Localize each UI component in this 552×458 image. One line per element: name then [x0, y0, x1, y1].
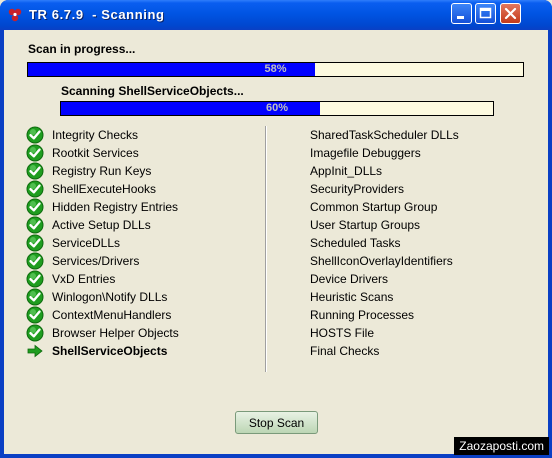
pending-item: SharedTaskScheduler DLLs	[310, 128, 459, 142]
check-item-label: Rootkit Services	[52, 146, 139, 160]
pending-item: SecurityProviders	[310, 182, 405, 196]
pending-item: Heuristic Scans	[310, 290, 394, 304]
window-title: TR 6.7.9 - Scanning	[29, 7, 165, 22]
app-window: TR 6.7.9 - Scanning Scan in progress... …	[0, 0, 552, 458]
minimize-button[interactable]	[451, 3, 472, 24]
check-circle-icon	[26, 288, 44, 306]
check-item-label: Integrity Checks	[52, 128, 139, 142]
check-circle-icon	[26, 234, 44, 252]
column-divider	[265, 126, 267, 372]
current-progress-bar: 60%	[60, 101, 494, 116]
client-area: Scan in progress... 58% Scanning ShellSe…	[4, 30, 548, 454]
check-item-label: ShellExecuteHooks	[52, 182, 157, 196]
check-circle-icon	[26, 216, 44, 234]
check-circle-icon	[26, 144, 44, 162]
maximize-icon	[479, 7, 492, 19]
check-item-label: ShellServiceObjects	[52, 344, 168, 358]
check-item-label: ContextMenuHandlers	[52, 308, 172, 322]
check-item-label: Active Setup DLLs	[52, 218, 151, 232]
check-circle-icon	[26, 126, 44, 144]
current-task-label: Scanning ShellServiceObjects...	[61, 84, 244, 98]
pending-item: Final Checks	[310, 344, 380, 358]
pending-item: Device Drivers	[310, 272, 389, 286]
title-bar[interactable]: TR 6.7.9 - Scanning	[0, 0, 552, 30]
app-logo-icon	[7, 7, 23, 23]
stop-scan-button[interactable]: Stop Scan	[235, 411, 318, 434]
check-circle-icon	[26, 270, 44, 288]
check-item-label: VxD Entries	[52, 272, 116, 286]
overall-progress-percent: 58%	[264, 63, 287, 75]
overall-progress-bar: 58%	[27, 62, 524, 77]
check-item-label: ServiceDLLs	[52, 236, 121, 250]
arrow-right-icon	[26, 342, 44, 360]
check-circle-icon	[26, 162, 44, 180]
pending-item: ShellIconOverlayIdentifiers	[310, 254, 453, 268]
pending-item: User Startup Groups	[310, 218, 421, 232]
pending-item: Imagefile Debuggers	[310, 146, 421, 160]
watermark: Zaozaposti.com	[454, 437, 549, 455]
check-circle-icon	[26, 198, 44, 216]
check-item-label: Hidden Registry Entries	[52, 200, 179, 214]
pending-item: AppInit_DLLs	[310, 164, 383, 178]
minimize-icon	[457, 16, 464, 19]
current-progress-percent: 60%	[265, 102, 289, 114]
close-icon	[504, 7, 517, 20]
pending-item: Scheduled Tasks	[310, 236, 401, 250]
check-item-label: Registry Run Keys	[52, 164, 152, 178]
check-circle-icon	[26, 180, 44, 198]
pending-item: HOSTS File	[310, 326, 375, 340]
check-item-label: Winlogon\Notify DLLs	[52, 290, 168, 304]
maximize-button[interactable]	[475, 3, 496, 24]
check-circle-icon	[26, 306, 44, 324]
close-button[interactable]	[500, 3, 521, 24]
overall-progress-label: Scan in progress...	[28, 42, 136, 56]
check-circle-icon	[26, 252, 44, 270]
check-item-label: Services/Drivers	[52, 254, 140, 268]
pending-item: Common Startup Group	[310, 200, 438, 214]
check-item-label: Browser Helper Objects	[52, 326, 179, 340]
check-circle-icon	[26, 324, 44, 342]
pending-item: Running Processes	[310, 308, 415, 322]
